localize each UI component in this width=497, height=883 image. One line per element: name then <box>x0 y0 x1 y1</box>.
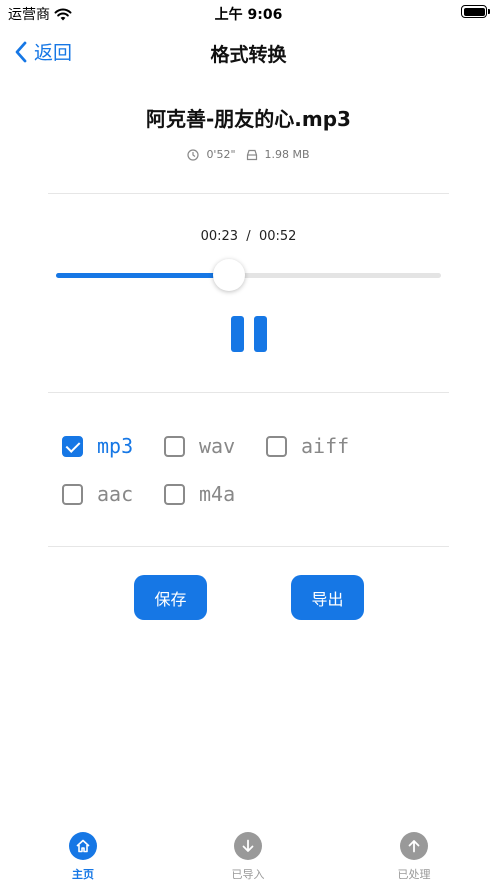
format-option-wav[interactable]: wav <box>164 434 235 458</box>
checkbox[interactable] <box>266 435 287 457</box>
tab-imported[interactable]: 已导入 <box>198 832 298 882</box>
save-button[interactable]: 保存 <box>134 575 207 620</box>
progress-fill <box>56 273 230 278</box>
status-bar: 运营商 上午 9:06 <box>0 0 497 24</box>
format-option-aiff[interactable]: aiff <box>266 434 349 458</box>
format-label: m4a <box>199 482 236 506</box>
tab-home[interactable]: 主页 <box>33 832 133 882</box>
export-button[interactable]: 导出 <box>291 575 364 620</box>
battery-icon <box>461 5 490 18</box>
checkbox[interactable] <box>62 435 83 457</box>
arrow-up-icon <box>400 832 428 860</box>
file-duration: 0'52" <box>206 148 236 161</box>
file-size: 1.98 MB <box>264 148 310 161</box>
checkbox[interactable] <box>164 435 185 457</box>
format-label: aac <box>97 482 134 506</box>
current-time: 00:23 <box>200 229 239 244</box>
size-info: 1.98 MB <box>246 148 310 161</box>
format-option-m4a[interactable]: m4a <box>164 482 235 506</box>
format-option-mp3[interactable]: mp3 <box>62 434 133 458</box>
status-time: 上午 9:06 <box>214 7 283 23</box>
file-name: 阿克善-朋友的心.mp3 <box>146 107 351 131</box>
divider <box>48 193 449 194</box>
page-title: 格式转换 <box>210 44 287 66</box>
tab-processed[interactable]: 已处理 <box>364 832 464 882</box>
arrow-down-icon <box>234 832 262 860</box>
navigation-bar: 返回 格式转换 <box>0 28 497 74</box>
format-label: wav <box>199 434 236 458</box>
playback-time: 00:23 / 00:52 <box>0 229 497 244</box>
format-label: mp3 <box>97 434 134 458</box>
time-separator: / <box>246 229 251 244</box>
disk-icon <box>246 149 257 160</box>
file-meta: 0'52" 1.98 MB <box>0 148 497 161</box>
tab-label: 主页 <box>72 868 94 881</box>
pause-button[interactable] <box>231 316 267 352</box>
tab-label: 已处理 <box>397 868 431 881</box>
pause-icon <box>231 316 244 352</box>
checkbox[interactable] <box>62 483 83 505</box>
divider <box>48 546 449 547</box>
duration-info: 0'52" <box>187 148 236 161</box>
format-label: aiff <box>301 434 350 458</box>
divider <box>48 392 449 393</box>
progress-slider[interactable] <box>56 273 441 278</box>
format-convert-screen: 运营商 上午 9:06 返回 格式转换 阿克善-朋友的心.mp3 0'52" 1… <box>0 0 497 883</box>
checkbox[interactable] <box>164 483 185 505</box>
clock-icon <box>187 148 200 161</box>
slider-thumb[interactable] <box>213 259 246 291</box>
tab-label: 已导入 <box>231 868 265 881</box>
home-icon <box>69 832 97 860</box>
total-time: 00:52 <box>258 229 297 244</box>
format-option-aac[interactable]: aac <box>62 482 133 506</box>
